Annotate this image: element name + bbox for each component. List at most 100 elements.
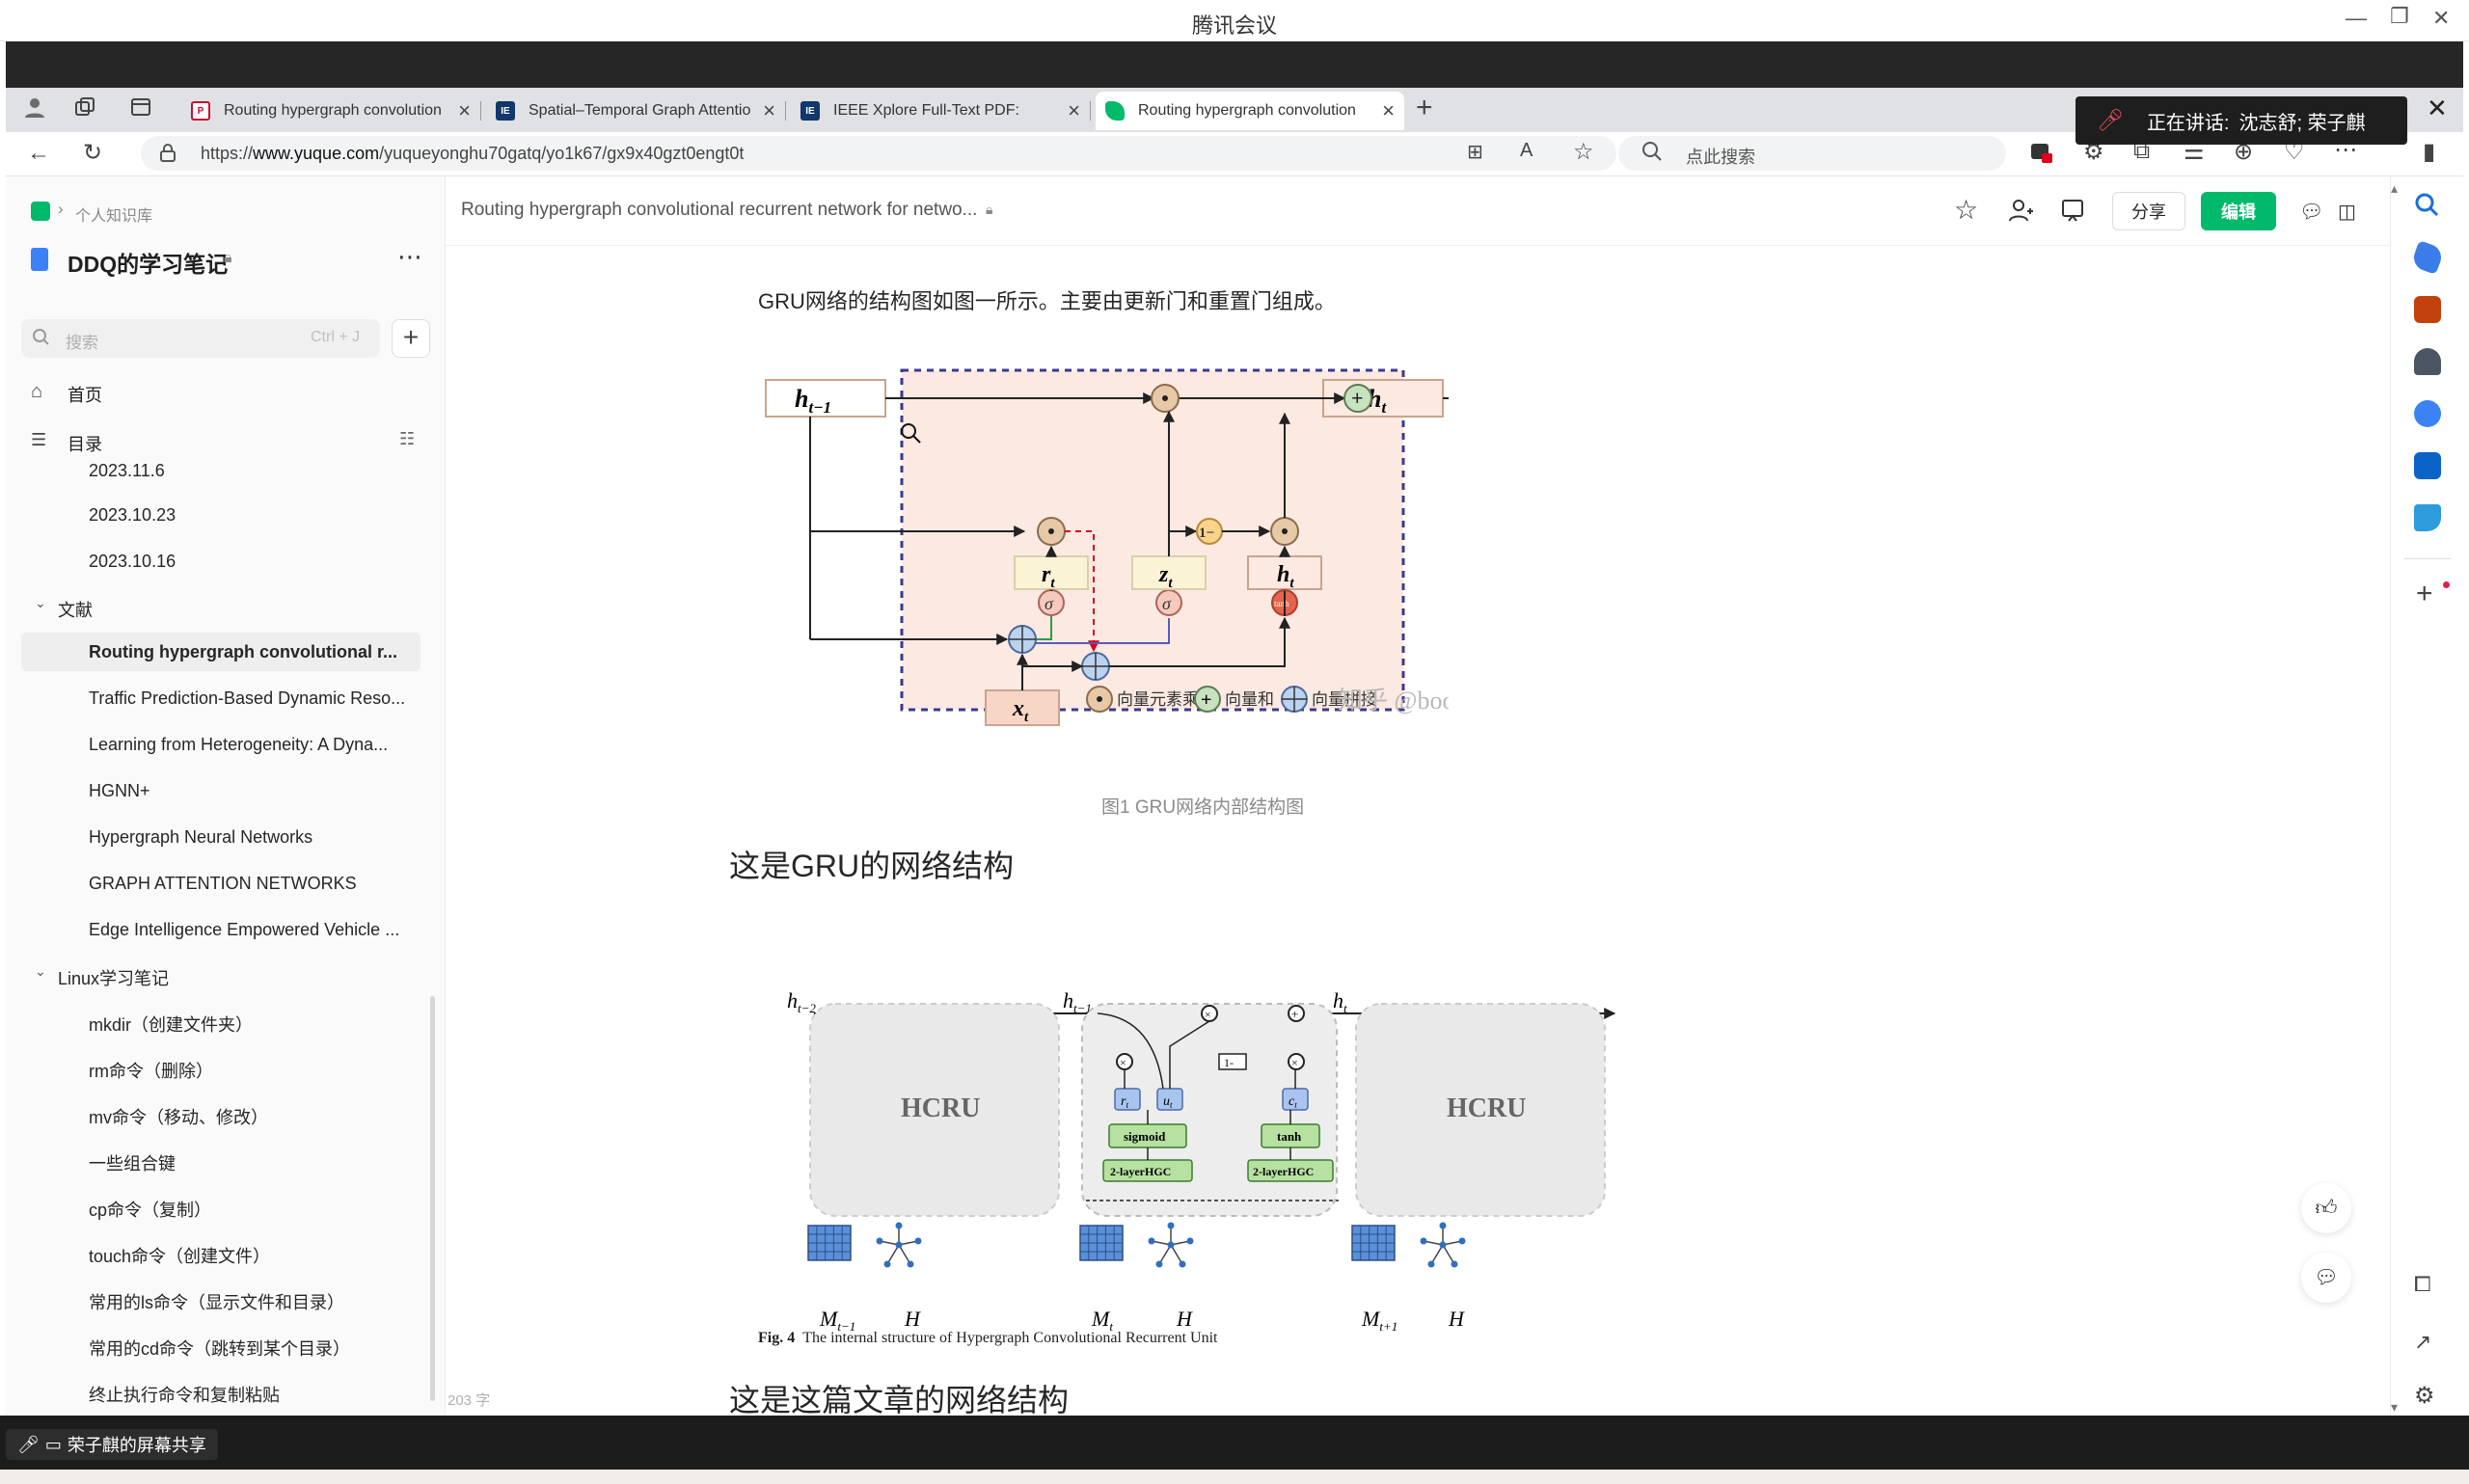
sidebar-item[interactable]: 一些组合键 <box>89 1150 417 1175</box>
restore-icon[interactable]: ❐ <box>2390 4 2409 29</box>
outlook-icon[interactable] <box>2414 452 2441 479</box>
sidebar-item[interactable]: mv命令（移动、修改） <box>89 1104 417 1129</box>
yuque-logo-icon[interactable] <box>31 202 50 221</box>
yuque-sidebar: › 个人知识库 DDQ的学习笔记 🔒︎ ⋯ 搜索 Ctrl + J + ⌂ 首页… <box>6 176 446 1416</box>
refresh-icon[interactable]: ↻ <box>83 139 102 167</box>
svg-text:+: + <box>1291 1007 1298 1021</box>
url-text: https://www.yuque.com/yuqueyonghu70gatq/… <box>201 144 744 164</box>
tools-briefcase-icon[interactable] <box>2414 296 2441 323</box>
breadcrumb[interactable]: 个人知识库 <box>75 202 152 226</box>
open-external-icon[interactable]: ↗ <box>2414 1330 2431 1355</box>
comment-icon[interactable]: 💬︎ <box>2299 200 2323 224</box>
sidebar-item[interactable]: Hypergraph Neural Networks <box>89 827 417 848</box>
sidebar-item[interactable]: mkdir（创建文件夹） <box>89 1012 417 1037</box>
chevron-down-icon[interactable]: ⌄ <box>35 963 46 980</box>
tab-routing-yuque[interactable]: Routing hypergraph convolution × <box>1096 92 1404 130</box>
back-icon[interactable]: ← <box>27 140 50 167</box>
sidebar-section-papers[interactable]: 文献 <box>58 597 93 622</box>
legend-add-label: 向量和 <box>1225 690 1274 709</box>
gru-diagram: ht−1 ht + rt σ σ zt 1− ht tanh xt 向量元素乘 … <box>765 368 1449 726</box>
fig4-caption: Fig. 4 The internal structure of Hypergr… <box>758 1330 1217 1347</box>
watermark: 知乎 @boom <box>1338 687 1449 715</box>
profile-icon[interactable] <box>23 95 46 124</box>
microsoft365-icon[interactable] <box>2414 400 2441 427</box>
sidebar-item[interactable]: rm命令（删除） <box>89 1058 417 1083</box>
hypergraph-input-icon <box>1420 1222 1466 1268</box>
screen-share-badge[interactable]: 🎤︎ ▭ 荣子麒的屏幕共享 <box>6 1429 218 1460</box>
sidebar-item[interactable]: 终止执行命令和复制粘贴 <box>89 1382 417 1407</box>
favorite-star-icon[interactable]: ☆ <box>1954 194 1978 226</box>
close-window-icon[interactable]: ✕ <box>2432 6 2450 31</box>
sidebar-item[interactable]: Learning from Heterogeneity: A Dyna... <box>89 735 417 755</box>
app-available-icon[interactable]: ⊞ <box>1467 140 1483 164</box>
close-tab-icon[interactable]: × <box>1382 98 1395 123</box>
workspaces-icon[interactable] <box>73 95 96 125</box>
tab-actions-icon[interactable] <box>129 95 152 125</box>
sidebar-item[interactable]: 2023.10.16 <box>89 552 417 572</box>
close-overlay-icon[interactable]: ✕ <box>2427 94 2448 123</box>
read-aloud-icon[interactable]: A <box>1520 140 1533 162</box>
sidebar-item[interactable]: cp命令（复制） <box>89 1197 417 1222</box>
minimize-icon[interactable]: — <box>2346 6 2367 31</box>
sidebar-item[interactable]: 2023.10.23 <box>89 505 417 526</box>
sidebar-search-input[interactable]: 搜索 Ctrl + J <box>21 319 380 358</box>
hcru-label: HCRU <box>901 1093 980 1123</box>
games-chess-icon[interactable] <box>2414 348 2441 375</box>
sidebar-item[interactable]: touch命令（创建文件） <box>89 1243 417 1268</box>
sidebar-item[interactable]: 常用的ls命令（显示文件和目录） <box>89 1289 417 1314</box>
book-title[interactable]: DDQ的学习笔记 <box>68 246 228 279</box>
sidebar-section-linux[interactable]: Linux学习笔记 <box>58 965 169 990</box>
word-count: 203 字 <box>448 1392 491 1409</box>
layout-toggle-icon[interactable]: ◫ <box>2338 200 2356 224</box>
url-host: www.yuque.com <box>253 144 380 163</box>
sidebar-item[interactable]: HGNN+ <box>89 781 417 801</box>
add-rail-icon[interactable]: + <box>2416 578 2433 610</box>
heading: 这是GRU的网络结构 <box>729 849 1015 883</box>
lock-icon[interactable] <box>158 142 177 169</box>
comment-button[interactable]: 💬︎ <box>2301 1253 2351 1303</box>
search-icon[interactable] <box>2414 192 2439 222</box>
sidebar-scrollbar[interactable] <box>430 996 435 1401</box>
sidebar-toggle-icon[interactable]: ▮ <box>2423 138 2435 166</box>
collaborate-icon[interactable] <box>2008 198 2033 229</box>
fig-caption-text: The internal structure of Hypergraph Con… <box>802 1330 1218 1346</box>
share-button[interactable]: 分享 <box>2112 192 2185 230</box>
sidebar-item[interactable]: 常用的cd命令（跳转到某个目录） <box>89 1336 417 1361</box>
search-field[interactable]: 点此搜索 <box>1618 136 2006 171</box>
like-button[interactable]: 👍︎ <box>2301 1183 2351 1233</box>
address-bar[interactable]: https://www.yuque.com/yuqueyonghu70gatq/… <box>141 136 1616 171</box>
sidebar-item-active[interactable]: Routing hypergraph convolutional r... <box>89 642 417 662</box>
sidebar-item-home[interactable]: 首页 <box>68 382 102 407</box>
sidebar-item[interactable]: 2023.11.6 <box>89 461 417 481</box>
add-button[interactable]: + <box>392 319 430 358</box>
sidebar-item[interactable]: Traffic Prediction-Based Dynamic Reso... <box>89 688 417 709</box>
sidebar-item[interactable]: GRAPH ATTENTION NETWORKS <box>89 874 417 894</box>
toc-collapse-icon[interactable]: ☷ <box>399 429 415 449</box>
sidebar-item-toc[interactable]: 目录 <box>68 431 102 456</box>
tab-routing-pdf[interactable]: P Routing hypergraph convolution × <box>181 92 481 130</box>
one-minus-label: 1− <box>1199 526 1214 541</box>
shopping-tag-icon[interactable] <box>2410 240 2445 275</box>
scroll-down-icon[interactable]: ▾ <box>2391 1399 2398 1416</box>
search-placeholder: 搜索 <box>66 334 98 352</box>
more-options-icon[interactable]: ⋯ <box>397 242 422 272</box>
chevron-down-icon[interactable]: ⌄ <box>35 595 46 611</box>
present-icon[interactable] <box>2060 198 2085 228</box>
sidebar-item[interactable]: Edge Intelligence Empowered Vehicle ... <box>89 920 417 940</box>
close-tab-icon[interactable]: × <box>763 98 775 123</box>
send-drop-icon[interactable] <box>2414 504 2441 531</box>
close-tab-icon[interactable]: × <box>1068 98 1080 123</box>
new-tab-icon[interactable]: + <box>1416 92 1433 124</box>
speaking-names: 沈志舒; 荣子麒 <box>2238 112 2366 134</box>
lock-icon: 🔒︎ <box>986 202 993 217</box>
favorite-star-icon[interactable]: ☆ <box>1573 138 1594 166</box>
settings-gear-icon[interactable]: ⚙ <box>2414 1382 2435 1410</box>
close-tab-icon[interactable]: × <box>458 98 471 123</box>
screen-icon: ▭ <box>44 1434 62 1454</box>
scroll-up-icon[interactable]: ▴ <box>2391 180 2398 197</box>
tab-ieee-xplore[interactable]: IE IEEE Xplore Full-Text PDF: × <box>791 92 1091 130</box>
edit-button[interactable]: 编辑 <box>2201 192 2276 230</box>
tab-spatial-temporal[interactable]: IE Spatial–Temporal Graph Attentio × <box>486 92 786 130</box>
extension-icon[interactable] <box>2029 140 2054 172</box>
screenshot-icon[interactable]: ⧠ <box>2414 1272 2431 1297</box>
